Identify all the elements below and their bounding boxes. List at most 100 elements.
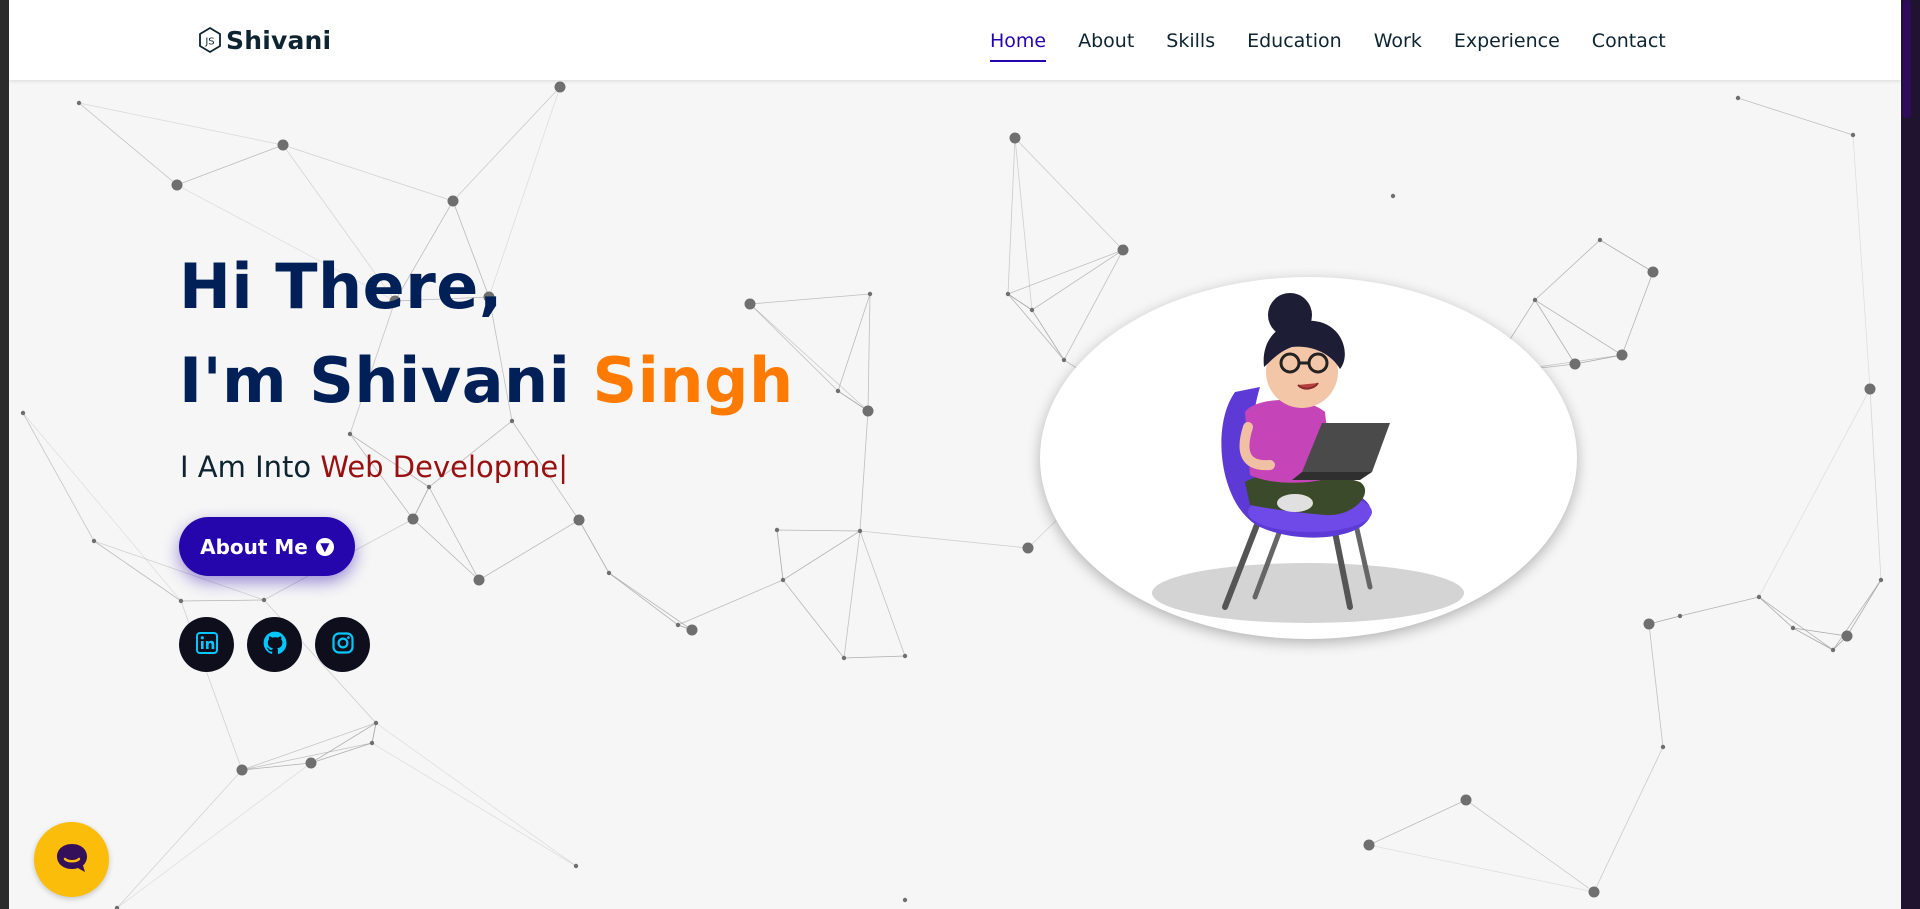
network-node <box>1647 266 1659 278</box>
network-line <box>608 572 693 631</box>
nav-education[interactable]: Education <box>1247 26 1342 56</box>
typed-text: Web Developme| <box>320 450 569 484</box>
network-node <box>1390 193 1396 199</box>
hero-tagline-prefix: I Am Into <box>180 450 312 484</box>
svg-text:JS: JS <box>204 37 214 48</box>
network-line <box>782 579 845 659</box>
network-node <box>1864 383 1876 395</box>
network-line <box>859 410 869 532</box>
network-line <box>782 530 861 581</box>
network-node <box>1022 542 1034 554</box>
network-line <box>1758 388 1871 598</box>
network-node <box>1117 244 1129 256</box>
linkedin-link[interactable] <box>179 617 234 672</box>
network-line <box>478 519 580 581</box>
network-line <box>867 293 871 412</box>
network-node <box>1790 625 1796 631</box>
network-line <box>1758 596 1794 629</box>
network-line <box>1852 134 1871 390</box>
hero-name-prefix: I'm Shivani <box>179 344 571 417</box>
network-node <box>573 514 585 526</box>
network-line <box>1007 137 1016 295</box>
social-links <box>179 617 383 672</box>
network-line <box>749 293 871 305</box>
network-node <box>373 720 379 726</box>
network-line <box>282 144 454 202</box>
hero-tagline: I Am Into Web Developme| <box>180 450 568 484</box>
network-node <box>1830 647 1836 653</box>
nav-skills[interactable]: Skills <box>1166 26 1215 56</box>
linkedin-icon <box>195 631 219 659</box>
network-line <box>1679 596 1760 617</box>
network-node <box>305 757 317 769</box>
network-node <box>554 81 566 93</box>
network-node <box>1363 839 1375 851</box>
network-node <box>76 100 82 106</box>
page: JS Shivani Home About Skills Education W… <box>9 0 1901 909</box>
network-line <box>1007 293 1065 361</box>
network-line <box>1737 97 1854 136</box>
hero-greeting: Hi There, <box>179 250 503 323</box>
network-line <box>837 293 871 392</box>
network-line <box>78 102 284 146</box>
network-node <box>1677 613 1683 619</box>
chat-button[interactable] <box>34 822 109 897</box>
network-node <box>744 298 756 310</box>
nav-contact[interactable]: Contact <box>1592 26 1666 56</box>
hero-image-frame <box>1040 277 1577 639</box>
page-scrollbar[interactable] <box>1901 0 1920 909</box>
network-node <box>1009 132 1021 144</box>
network-line <box>776 529 861 532</box>
network-node <box>236 764 248 776</box>
nav-experience[interactable]: Experience <box>1454 26 1560 56</box>
nav-about[interactable]: About <box>1078 26 1134 56</box>
network-node <box>473 574 485 586</box>
nav-home[interactable]: Home <box>990 26 1047 62</box>
network-node <box>407 513 419 525</box>
network-node <box>347 431 353 437</box>
network-line <box>1593 746 1664 893</box>
network-line <box>310 742 373 764</box>
nav-work[interactable]: Work <box>1374 26 1422 56</box>
instagram-link[interactable] <box>315 617 370 672</box>
network-line <box>1574 354 1623 365</box>
network-node <box>1460 794 1472 806</box>
network-line <box>1465 799 1595 893</box>
network-node <box>1597 237 1603 243</box>
network-line <box>1599 239 1654 273</box>
network-line <box>180 599 265 602</box>
network-node <box>835 388 841 394</box>
network-node <box>20 410 26 416</box>
network-node <box>1643 618 1655 630</box>
github-icon <box>262 630 288 660</box>
scrollbar-thumb[interactable] <box>1903 0 1911 118</box>
about-me-button[interactable]: About Me ▼ <box>179 517 355 576</box>
network-node <box>426 484 432 490</box>
girl-working-on-laptop-illustration <box>1152 293 1464 623</box>
network-line <box>428 486 480 581</box>
network-node <box>509 418 515 424</box>
network-node <box>1756 594 1762 600</box>
github-link[interactable] <box>247 617 302 672</box>
network-node <box>1616 349 1628 361</box>
about-me-button-label: About Me <box>200 534 308 559</box>
network-line <box>116 769 243 909</box>
network-line <box>608 572 679 626</box>
chat-bubble-icon <box>54 840 90 880</box>
nodejs-hexagon-icon: JS <box>197 26 223 54</box>
network-line <box>1846 579 1882 637</box>
main-nav: Home About Skills Education Work Experie… <box>990 26 1698 62</box>
network-node <box>862 405 874 417</box>
network-node <box>261 597 267 603</box>
network-line <box>578 519 610 574</box>
network-node <box>1532 297 1538 303</box>
network-line <box>371 742 577 867</box>
brand-logo[interactable]: JS Shivani <box>197 24 331 56</box>
network-node <box>1850 132 1856 138</box>
network-line <box>22 412 182 602</box>
network-line <box>1832 579 1882 651</box>
network-line <box>1869 388 1882 581</box>
network-node <box>867 291 873 297</box>
network-line <box>93 540 182 602</box>
network-node <box>1029 307 1035 313</box>
